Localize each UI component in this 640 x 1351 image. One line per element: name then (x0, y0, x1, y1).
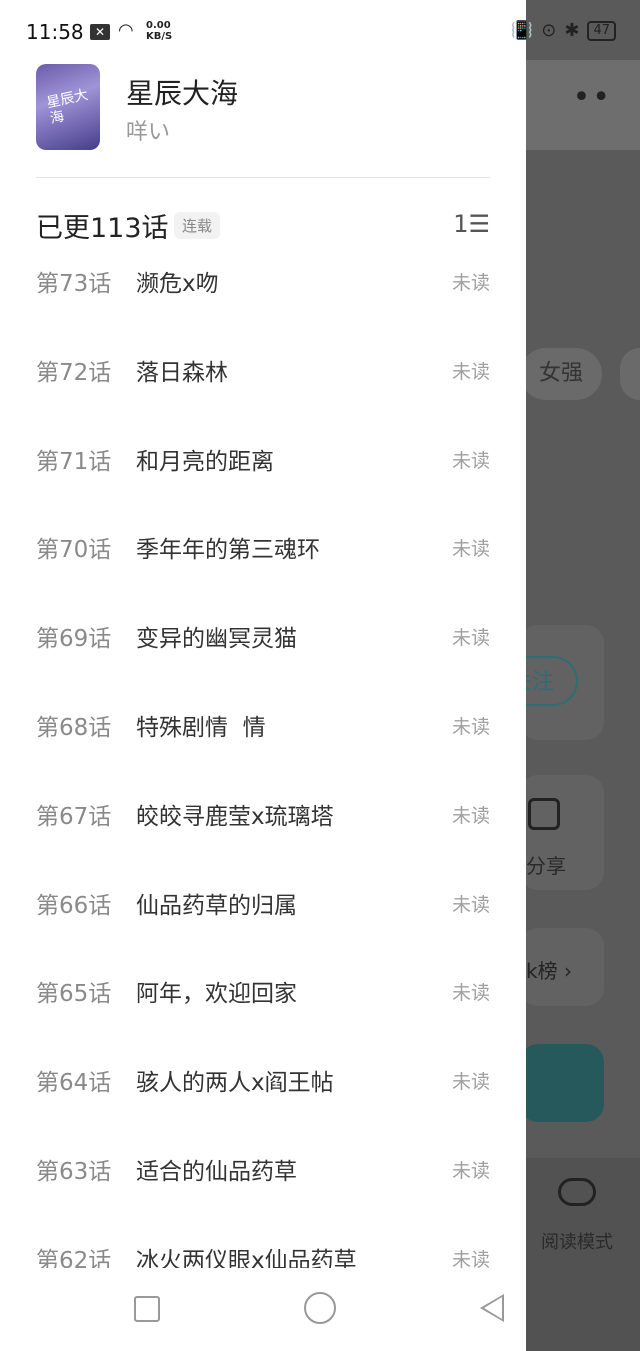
chapter-number: 第68话 (36, 714, 112, 741)
chapter-read-state: 未读 (451, 1071, 490, 1094)
chapter-title: 皎皎寻鹿莹x琉璃塔 (136, 803, 334, 830)
chapter-title: 季年年的第三魂环 (136, 537, 320, 564)
wifi-icon: ◠ (118, 20, 134, 41)
chapter-read-state: 未读 (451, 627, 490, 650)
book-title: 星辰大海 (126, 77, 239, 110)
status-icons-right: 📳 ⊙ ✱ 47 (511, 20, 616, 41)
chapter-number: 第62话 (36, 1247, 112, 1268)
chapter-row[interactable]: 第72话 落日森林 未读 (36, 347, 490, 436)
vibrate-icon: 📳 (510, 20, 534, 41)
chapter-drawer: 11:58 ✕ ◠ 0.00 KB/S 星辰大海 星辰大海 咩い 已更113话 … (0, 0, 526, 1351)
background-read-mode-label: 阅读模式 (541, 1232, 613, 1253)
book-cover[interactable]: 星辰大海 (36, 64, 100, 150)
chapter-title: 落日森林 (136, 359, 228, 386)
network-speed-value: 0.00 (146, 20, 171, 31)
chapter-read-state: 未读 (451, 804, 490, 827)
chapter-row[interactable]: 第73话 濒危x吻 未读 (36, 258, 490, 347)
notification-icon: ✕ (90, 24, 110, 40)
chapter-read-state: 未读 (451, 360, 490, 383)
chapter-title: 仙品药草的归属 (136, 892, 297, 919)
chapter-row[interactable]: 第68话 特殊剧情 情 未读 (36, 702, 490, 791)
chapter-number: 第63话 (36, 1158, 112, 1185)
chapter-read-state: 未读 (451, 1159, 490, 1182)
chapter-number: 第71话 (36, 448, 112, 475)
read-mode-icon (558, 1178, 596, 1206)
background-rank-link: k榜 › (526, 959, 572, 983)
chapter-read-state: 未读 (451, 715, 490, 738)
chapter-number: 第67话 (36, 803, 112, 830)
system-navigation-bar (0, 1268, 526, 1351)
chapter-number: 第70话 (36, 537, 112, 564)
network-speed-unit: KB/S (146, 31, 173, 42)
sort-order-icon[interactable]: 1☰ (453, 210, 490, 238)
background-tag-chip (620, 348, 640, 400)
chapter-read-state: 未读 (451, 272, 490, 294)
background-read-button (520, 1044, 604, 1122)
more-icon: •• (572, 80, 612, 115)
book-header[interactable]: 星辰大海 (36, 64, 100, 150)
chapter-row[interactable]: 第70话 季年年的第三魂环 未读 (36, 524, 490, 613)
chapter-read-state: 未读 (451, 449, 490, 472)
chapter-title: 特殊剧情 情 (136, 714, 266, 741)
recents-button[interactable] (134, 1296, 160, 1322)
chapter-number: 第66话 (36, 892, 112, 919)
chapter-list-header: 已更113话 连载 1☰ (36, 206, 490, 246)
chapter-title: 骇人的两人x阎王帖 (136, 1070, 334, 1097)
status-time: 11:58 (26, 20, 84, 44)
chapter-number: 第72话 (36, 359, 112, 386)
chapter-row[interactable]: 第62话 冰火两仪眼x仙品药草 未读 (36, 1235, 490, 1268)
book-author: 咩い (126, 120, 171, 145)
chapter-row[interactable]: 第65话 阿年，欢迎回家 未读 (36, 968, 490, 1057)
book-cover-logo: 星辰大海 (45, 87, 90, 128)
chapter-row[interactable]: 第63话 适合的仙品药草 未读 (36, 1146, 490, 1235)
serial-status-badge: 连载 (174, 212, 221, 239)
network-speed: 0.00 KB/S (146, 20, 172, 42)
share-icon (528, 798, 560, 830)
chapter-row[interactable]: 第67话 皎皎寻鹿莹x琉璃塔 未读 (36, 791, 490, 880)
chapter-list[interactable]: 第73话 濒危x吻 未读 第72话 落日森林 未读 第71话 和月亮的距离 未读… (36, 258, 490, 1268)
chapter-read-state: 未读 (451, 893, 490, 916)
home-button[interactable] (304, 1292, 336, 1324)
chapter-read-state: 未读 (451, 982, 490, 1005)
chapter-row[interactable]: 第64话 骇人的两人x阎王帖 未读 (36, 1057, 490, 1146)
chapter-number: 第73话 (36, 271, 112, 297)
battery-indicator: 47 (587, 20, 616, 41)
chapter-read-state: 未读 (451, 1248, 490, 1268)
chapter-title: 濒危x吻 (136, 271, 219, 297)
divider (36, 177, 490, 178)
background-share-label: 分享 (526, 854, 566, 878)
chapter-number: 第65话 (36, 981, 112, 1008)
chapter-title: 变异的幽冥灵猫 (136, 626, 297, 653)
chapter-title: 阿年，欢迎回家 (136, 981, 297, 1008)
chapter-read-state: 未读 (451, 538, 490, 561)
back-button[interactable] (480, 1294, 504, 1322)
background-tag-chip: 女强 (520, 348, 602, 400)
alarm-icon: ⊙ (541, 20, 557, 41)
chapter-row[interactable]: 第66话 仙品药草的归属 未读 (36, 880, 490, 969)
chapter-row[interactable]: 第71话 和月亮的距离 未读 (36, 436, 490, 525)
chapter-title: 和月亮的距离 (136, 448, 274, 475)
chapter-number: 第64话 (36, 1070, 112, 1097)
bluetooth-icon: ✱ (564, 20, 580, 41)
chapter-title: 冰火两仪眼x仙品药草 (136, 1247, 357, 1268)
chapter-title: 适合的仙品药草 (136, 1158, 297, 1185)
chapter-row[interactable]: 第69话 变异的幽冥灵猫 未读 (36, 613, 490, 702)
updated-count-label: 已更113话 (36, 213, 169, 244)
chapter-number: 第69话 (36, 626, 112, 653)
